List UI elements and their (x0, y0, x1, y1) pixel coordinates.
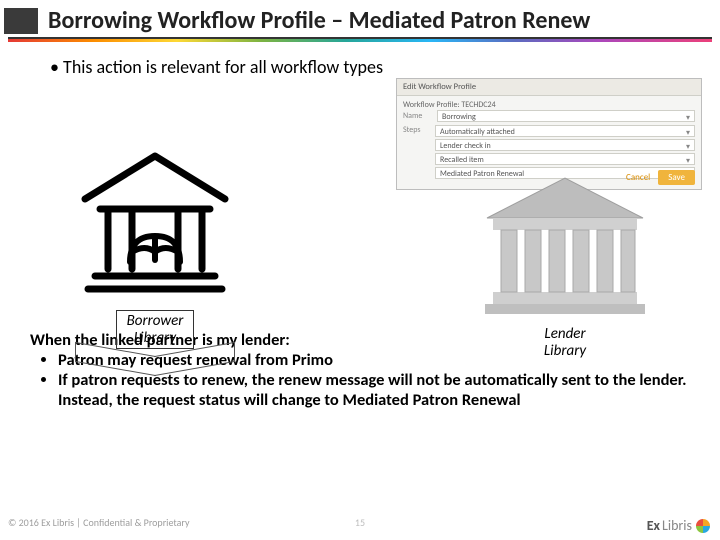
lender-caption: Lender Library (470, 326, 660, 359)
lender-caption-line2: Library (470, 343, 660, 360)
step-field-1[interactable]: Lender check in ▾ (435, 139, 695, 151)
footer: © 2016 Ex Libris | Confidential & Propri… (0, 516, 720, 534)
field-name-value: Borrowing (442, 112, 476, 122)
chevron-down-icon: ▾ (686, 155, 690, 165)
footer-copyright: © 2016 Ex Libris | Confidential & Propri… (8, 516, 189, 529)
logo-text-ex: Ex (647, 517, 660, 534)
exlibris-logo: ExLibris (647, 517, 710, 534)
borrower-library-icon (70, 144, 240, 304)
step-value-2: Recalled item (440, 155, 484, 165)
save-button[interactable]: Save (658, 170, 695, 185)
slide: Borrowing Workflow Profile – Mediated Pa… (0, 0, 720, 540)
lender-figure: Lender Library (470, 170, 660, 359)
borrower-caption-line2: Library (127, 330, 184, 347)
field-steps-label: Steps (403, 125, 431, 135)
body-bullet-1: If patron requests to renew, the renew m… (58, 370, 706, 410)
lender-caption-line1: Lender (470, 326, 660, 343)
borrower-caption-line1: Borrower (127, 313, 184, 330)
slide-title: Borrowing Workflow Profile – Mediated Pa… (48, 6, 590, 35)
page-number: 15 (355, 516, 365, 529)
chevron-down-icon: ▾ (686, 127, 690, 137)
logo-globe-icon (696, 519, 710, 533)
panel-subheader: Workflow Profile: TECHDC24 (403, 100, 695, 110)
field-name-label: Name (403, 111, 433, 121)
borrower-caption: Borrower Library (116, 310, 195, 349)
logo-text-libris: Libris (662, 517, 692, 534)
step-value-0: Automatically attached (440, 127, 515, 137)
chevron-down-icon: ▾ (686, 112, 690, 122)
title-accent-block (4, 8, 38, 34)
panel-header: Edit Workflow Profile (397, 79, 701, 96)
top-bullet: This action is relevant for all workflow… (0, 42, 720, 78)
step-field-0[interactable]: Automatically attached ▾ (435, 125, 695, 137)
field-name-input[interactable]: Borrowing ▾ (437, 110, 695, 122)
lender-library-icon (475, 170, 655, 320)
chevron-ribbon-icon (75, 349, 235, 367)
chevron-down-icon: ▾ (686, 141, 690, 151)
title-bar: Borrowing Workflow Profile – Mediated Pa… (0, 0, 720, 37)
borrower-figure: Borrower Library (70, 144, 240, 367)
figures-area: Edit Workflow Profile Workflow Profile: … (0, 84, 720, 324)
step-field-2[interactable]: Recalled item ▾ (435, 153, 695, 165)
step-value-1: Lender check in (440, 141, 491, 151)
